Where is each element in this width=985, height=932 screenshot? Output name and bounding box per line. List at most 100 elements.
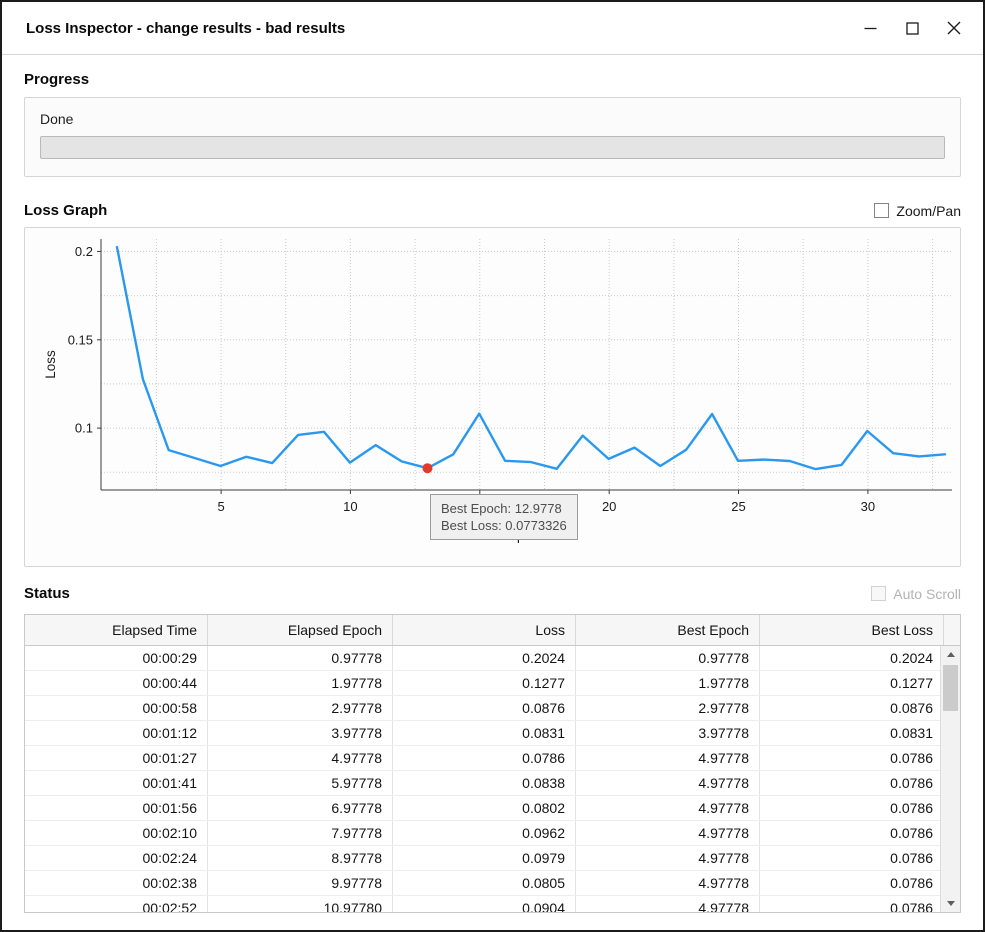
column-header-best-loss[interactable]: Best Loss — [760, 615, 944, 645]
table-row[interactable]: 00:00:441.977780.12771.977780.1277 — [25, 671, 940, 696]
table-cell: 6.97778 — [208, 796, 393, 820]
svg-text:25: 25 — [731, 499, 745, 514]
table-cell: 00:01:12 — [25, 721, 208, 745]
column-header-loss[interactable]: Loss — [393, 615, 576, 645]
table-cell: 00:01:56 — [25, 796, 208, 820]
table-row[interactable]: 00:00:290.977780.20240.977780.2024 — [25, 646, 940, 671]
scroll-down-button[interactable] — [941, 895, 960, 912]
table-cell: 0.1277 — [393, 671, 576, 695]
table-cell: 00:02:38 — [25, 871, 208, 895]
table-cell: 4.97778 — [576, 821, 760, 845]
table-cell: 00:00:44 — [25, 671, 208, 695]
svg-text:0.1: 0.1 — [75, 421, 93, 436]
table-cell: 0.0802 — [393, 796, 576, 820]
status-table: Elapsed TimeElapsed EpochLossBest EpochB… — [24, 614, 961, 913]
table-cell: 0.0786 — [393, 746, 576, 770]
table-cell: 3.97778 — [208, 721, 393, 745]
table-body: 00:00:290.977780.20240.977780.202400:00:… — [25, 646, 940, 912]
table-cell: 1.97778 — [208, 671, 393, 695]
table-cell: 0.0786 — [760, 771, 940, 795]
table-cell: 4.97778 — [576, 771, 760, 795]
zoom-pan-label: Zoom/Pan — [896, 203, 961, 219]
table-cell: 0.0962 — [393, 821, 576, 845]
table-cell: 3.97778 — [576, 721, 760, 745]
table-cell: 0.0876 — [393, 696, 576, 720]
table-cell: 00:02:24 — [25, 846, 208, 870]
table-cell: 0.0831 — [393, 721, 576, 745]
table-cell: 0.0876 — [760, 696, 940, 720]
progress-done-label: Done — [40, 111, 945, 127]
svg-text:0.15: 0.15 — [68, 332, 93, 347]
checkbox-box — [871, 586, 886, 601]
table-row[interactable]: 00:01:123.977780.08313.977780.0831 — [25, 721, 940, 746]
table-cell: 0.0979 — [393, 846, 576, 870]
tooltip-best-epoch: Best Epoch: 12.9778 — [441, 500, 567, 517]
table-row[interactable]: 00:01:415.977780.08384.977780.0786 — [25, 771, 940, 796]
svg-text:30: 30 — [861, 499, 875, 514]
status-heading: Status — [24, 585, 70, 602]
best-point-tooltip: Best Epoch: 12.9778 Best Loss: 0.0773326 — [430, 494, 578, 540]
table-cell: 4.97778 — [576, 871, 760, 895]
table-cell: 00:00:58 — [25, 696, 208, 720]
table-row[interactable]: 00:00:582.977780.08762.977780.0876 — [25, 696, 940, 721]
table-row[interactable]: 00:01:566.977780.08024.977780.0786 — [25, 796, 940, 821]
table-cell: 1.97778 — [576, 671, 760, 695]
tooltip-best-loss: Best Loss: 0.0773326 — [441, 517, 567, 534]
table-row[interactable]: 00:01:274.977780.07864.977780.0786 — [25, 746, 940, 771]
window-title: Loss Inspector - change results - bad re… — [26, 20, 843, 37]
table-cell: 4.97778 — [208, 746, 393, 770]
table-cell: 7.97778 — [208, 821, 393, 845]
table-cell: 0.0786 — [760, 796, 940, 820]
zoom-pan-checkbox[interactable]: Zoom/Pan — [874, 203, 961, 219]
table-cell: 4.97778 — [576, 846, 760, 870]
table-cell: 0.2024 — [760, 646, 940, 670]
table-cell: 0.0831 — [760, 721, 940, 745]
table-scrollbar[interactable] — [940, 646, 960, 912]
scroll-down-icon — [947, 901, 955, 906]
table-cell: 00:01:27 — [25, 746, 208, 770]
auto-scroll-checkbox[interactable]: Auto Scroll — [871, 586, 961, 602]
table-cell: 4.97778 — [576, 746, 760, 770]
minimize-icon — [864, 22, 877, 35]
column-header-elapsed-epoch[interactable]: Elapsed Epoch — [208, 615, 393, 645]
svg-text:10: 10 — [343, 499, 357, 514]
maximize-icon — [906, 22, 919, 35]
scrollbar-thumb[interactable] — [943, 665, 958, 711]
minimize-button[interactable] — [855, 13, 885, 43]
maximize-button[interactable] — [897, 13, 927, 43]
table-cell: 5.97778 — [208, 771, 393, 795]
table-row[interactable]: 00:02:107.977780.09624.977780.0786 — [25, 821, 940, 846]
progress-bar — [40, 136, 945, 159]
table-cell: 4.97778 — [576, 896, 760, 912]
table-row[interactable]: 00:02:5210.977800.09044.977780.0786 — [25, 896, 940, 912]
table-cell: 8.97778 — [208, 846, 393, 870]
auto-scroll-label: Auto Scroll — [893, 586, 961, 602]
close-button[interactable] — [939, 13, 969, 43]
table-header-row: Elapsed TimeElapsed EpochLossBest EpochB… — [25, 615, 960, 646]
svg-text:20: 20 — [602, 499, 616, 514]
table-cell: 0.2024 — [393, 646, 576, 670]
table-cell: 0.1277 — [760, 671, 940, 695]
svg-text:5: 5 — [217, 499, 224, 514]
table-cell: 00:01:41 — [25, 771, 208, 795]
table-cell: 2.97778 — [208, 696, 393, 720]
table-cell: 0.0786 — [760, 871, 940, 895]
table-row[interactable]: 00:02:248.977780.09794.977780.0786 — [25, 846, 940, 871]
close-icon — [947, 21, 961, 35]
table-cell: 0.0786 — [760, 746, 940, 770]
column-header-best-epoch[interactable]: Best Epoch — [576, 615, 760, 645]
table-row[interactable]: 00:02:389.977780.08054.977780.0786 — [25, 871, 940, 896]
table-cell: 0.0838 — [393, 771, 576, 795]
app-window: Loss Inspector - change results - bad re… — [0, 0, 985, 932]
column-header-elapsed-time[interactable]: Elapsed Time — [25, 615, 208, 645]
scroll-up-icon — [947, 652, 955, 657]
checkbox-box — [874, 203, 889, 218]
table-cell: 0.0805 — [393, 871, 576, 895]
table-cell: 00:02:52 — [25, 896, 208, 912]
table-cell: 0.0786 — [760, 846, 940, 870]
loss-graph-panel: 510152025300.10.150.2LossEpoch Best Epoc… — [24, 227, 961, 567]
title-bar: Loss Inspector - change results - bad re… — [2, 2, 983, 55]
progress-groupbox: Done — [24, 97, 961, 177]
scroll-up-button[interactable] — [941, 646, 960, 663]
svg-text:0.2: 0.2 — [75, 244, 93, 259]
